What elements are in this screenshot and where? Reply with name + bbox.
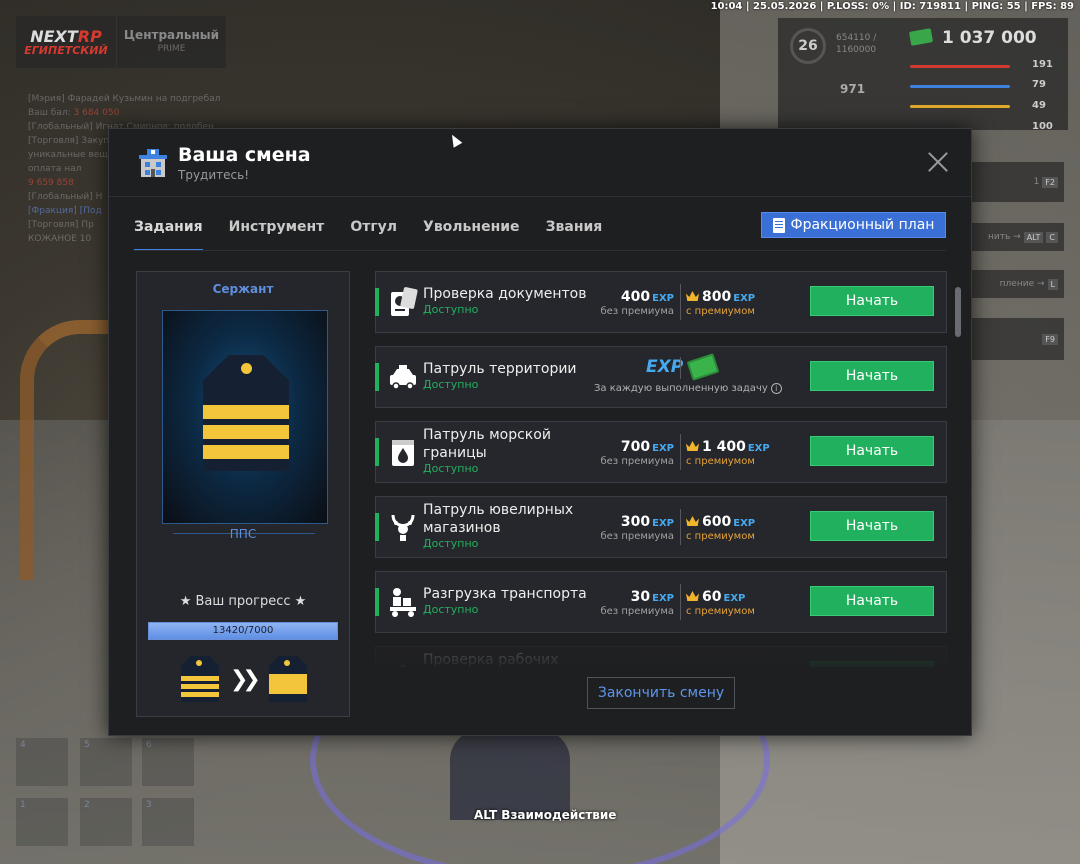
start-button[interactable]: Начать — [810, 586, 934, 616]
progress-text: 13420/7000 — [212, 625, 274, 636]
current-rank-icon — [181, 656, 219, 702]
task-list: Проверка документов Доступно 400 EXP без … — [375, 271, 947, 667]
task-status: Доступно — [423, 603, 479, 616]
tabs-divider — [134, 250, 946, 251]
energy-value: 49 — [1032, 100, 1046, 111]
shift-modal: Ваша смена Трудитесь! Задания Инструмент… — [108, 128, 972, 736]
world-chair — [20, 320, 120, 580]
money-value: 1 037 000 — [942, 28, 1037, 48]
armor-value: 100 — [1032, 121, 1053, 132]
energy-bar — [910, 105, 1010, 108]
server-info: Центральный PRIME — [116, 16, 226, 68]
start-button[interactable]: Начать — [810, 511, 934, 541]
rank-unit: ППС — [229, 527, 257, 541]
tab-tool[interactable]: Инструмент — [229, 209, 325, 251]
hint-alt-c: нить → ALT C — [972, 223, 1064, 251]
hotbar-slot-2[interactable]: 2 — [80, 798, 132, 846]
crown-icon — [686, 516, 699, 526]
health-value: 191 — [1032, 59, 1053, 70]
close-button[interactable] — [927, 151, 949, 173]
tab-ranks[interactable]: Звания — [546, 209, 603, 251]
health-bar — [910, 65, 1010, 68]
tab-tasks[interactable]: Задания — [134, 209, 203, 251]
police-station-icon — [139, 149, 167, 177]
modal-subtitle: Трудитесь! — [178, 168, 249, 182]
task-item: Проверка рабочих — [375, 646, 947, 667]
shoulder-strap-icon — [203, 355, 289, 471]
crown-icon — [686, 291, 699, 301]
key-f2: F2 — [1042, 176, 1058, 188]
rank-progress-bar: 13420/7000 — [148, 622, 338, 640]
hotbar-slot-4[interactable]: 4 — [16, 738, 68, 786]
interact-hint: ALT Взаимодействие — [474, 808, 617, 822]
modal-header: Ваша смена Трудитесь! — [109, 129, 971, 197]
task-item: Патруль территории Доступно EXP За кажду… — [375, 346, 947, 408]
loader-truck-icon — [390, 588, 416, 617]
modal-tabs: Задания Инструмент Отгул Увольнение Зван… — [134, 209, 602, 251]
necklace-icon — [391, 514, 415, 541]
inventory-slot[interactable]: 1 F2 — [972, 162, 1064, 202]
faction-plan-button[interactable]: Фракционный план — [761, 212, 946, 238]
level-badge: 26 — [790, 28, 826, 64]
hint-l: пление → L — [972, 270, 1064, 298]
scrollbar-thumb[interactable] — [955, 287, 961, 337]
rank-title: Сержант — [212, 282, 274, 296]
server-logo-box: NEXTRP ЕГИПЕТСКИЙ Центральный PRIME — [16, 16, 226, 68]
hotbar-slot-1[interactable]: 1 — [16, 798, 68, 846]
reputation-value: 971 — [840, 82, 866, 96]
worker-icon — [399, 665, 407, 667]
status-line: 10:04 | 25.05.2026 | P.LOSS: 0% | ID: 71… — [710, 1, 1074, 12]
rank-upgrade-preview: ❯❯ — [181, 656, 307, 702]
level-exp: 654110 / 1160000 — [836, 33, 877, 55]
task-status: Доступно — [423, 462, 479, 475]
hotbar-slot-3[interactable]: 3 — [142, 798, 194, 846]
task-list-scrollbar[interactable] — [955, 271, 961, 667]
task-status: Доступно — [423, 537, 479, 550]
task-item: Проверка документов Доступно 400 EXP без … — [375, 271, 947, 333]
passport-icon — [391, 287, 418, 316]
start-button[interactable] — [810, 661, 934, 667]
money-icon — [908, 28, 934, 46]
crown-icon — [686, 591, 699, 601]
tab-dismissal[interactable]: Увольнение — [423, 209, 520, 251]
police-car-icon — [390, 365, 416, 390]
key-f9: F9 — [1042, 333, 1058, 345]
hotbar-slot-6[interactable]: 6 — [142, 738, 194, 786]
chevron-right-icon: ❯❯ — [230, 667, 261, 692]
task-status: Доступно — [423, 378, 479, 391]
hunger-bar — [910, 85, 1010, 88]
cash-reward-icon — [686, 353, 720, 381]
water-drop-icon — [392, 440, 414, 466]
hotbar-slot-5[interactable]: 5 — [80, 738, 132, 786]
task-item: Патруль морской границы Доступно 700 EXP … — [375, 421, 947, 483]
player-stats-panel: 26 654110 / 1160000 971 1 037 000 191 79… — [778, 18, 1068, 132]
end-shift-button[interactable]: Закончить смену — [587, 677, 735, 709]
modal-title: Ваша смена — [178, 144, 311, 166]
tab-day-off[interactable]: Отгул — [350, 209, 397, 251]
next-rank-icon — [269, 656, 307, 702]
rank-panel: Сержант ППС ★ Ваш прогресс ★ 13420/7000 … — [136, 271, 350, 717]
player-character — [450, 730, 570, 820]
start-button[interactable]: Начать — [810, 286, 934, 316]
server-name: Центральный — [123, 28, 220, 43]
rank-card — [162, 310, 328, 524]
task-item: Патруль ювелирных магазинов Доступно 300… — [375, 496, 947, 558]
start-button[interactable]: Начать — [810, 361, 934, 391]
exp-reward-icon: EXP — [646, 357, 684, 377]
start-button[interactable]: Начать — [810, 436, 934, 466]
server-tier: PRIME — [157, 43, 186, 54]
hunger-value: 79 — [1032, 79, 1046, 90]
reward-note: За каждую выполненную задачу i — [594, 383, 782, 394]
progress-label: ★ Ваш прогресс ★ — [179, 594, 307, 609]
task-item: Разгрузка транспорта Доступно 30 EXP без … — [375, 571, 947, 633]
document-icon — [772, 217, 785, 233]
game-logo: NEXTRP ЕГИПЕТСКИЙ — [24, 26, 108, 57]
task-status: Доступно — [423, 303, 479, 316]
info-icon[interactable]: i — [770, 383, 782, 394]
calendar-slot[interactable]: F9 — [972, 318, 1064, 360]
crown-icon — [686, 441, 699, 451]
